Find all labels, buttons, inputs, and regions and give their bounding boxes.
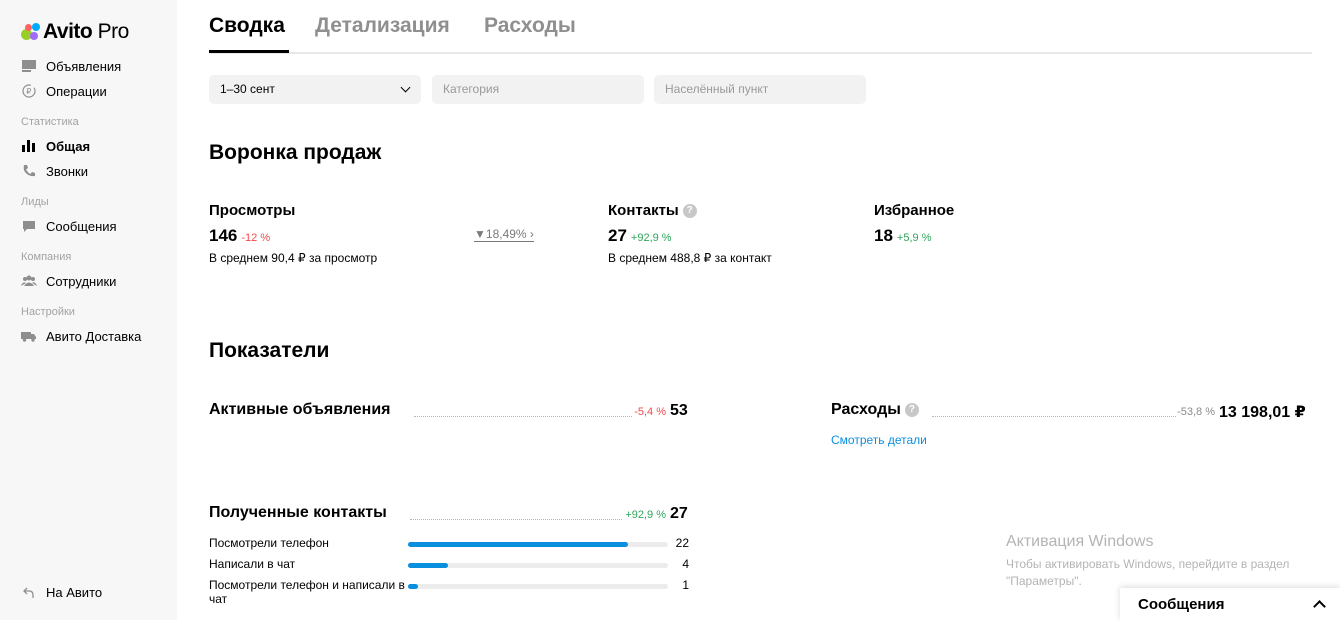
chat-icon	[21, 218, 37, 234]
category-placeholder: Категория	[443, 82, 500, 96]
funnel-filter-icon: ▼	[474, 227, 486, 241]
help-icon[interactable]: ?	[904, 402, 919, 417]
view-details-link[interactable]: Смотреть детали	[831, 433, 927, 447]
views-title: Просмотры	[209, 202, 296, 219]
dotted-leader	[932, 416, 1176, 417]
contacts-title: Контакты	[608, 202, 679, 219]
dotted-leader	[410, 519, 622, 520]
sidebar-section-company: Компания	[21, 251, 72, 263]
sidebar-item-employees[interactable]: Сотрудники	[21, 273, 116, 289]
favorites-value: 18	[874, 226, 893, 245]
active-tab-underline	[209, 50, 289, 53]
sidebar-item-messages[interactable]: Сообщения	[21, 218, 117, 234]
sidebar-item-label: Сотрудники	[46, 273, 117, 289]
expenses-title-row: Расходы?	[831, 401, 919, 419]
chevron-right-icon: ›	[526, 227, 534, 241]
views-sub: В среднем 90,4 ₽ за просмотр	[209, 251, 378, 265]
bar-value-phone: 22	[675, 536, 689, 550]
sidebar-item-label: Сообщения	[46, 218, 117, 234]
favorites-value-row: 18 +5,9 %	[874, 226, 931, 246]
operations-icon: ₽	[21, 83, 37, 99]
truck-icon	[21, 328, 37, 344]
tabs-bar: Сводка Детализация Расходы	[209, 0, 1312, 54]
sidebar-item-calls[interactable]: Звонки	[21, 163, 88, 179]
tab-expenses[interactable]: Расходы	[484, 14, 576, 38]
arrow-back-icon	[21, 584, 37, 600]
messages-panel[interactable]: Сообщения	[1120, 588, 1340, 620]
active-ads-title: Активные объявления	[209, 401, 391, 418]
conversion-link[interactable]: ▼18,49% ›	[474, 227, 534, 242]
views-value-row: 146 -12 %	[209, 226, 270, 246]
listings-icon	[21, 58, 37, 74]
sidebar-section-statistics: Статистика	[21, 116, 79, 128]
sidebar: Avito Pro Объявления ₽ Операции Статисти…	[0, 0, 177, 620]
chevron-up-icon[interactable]	[1313, 600, 1326, 613]
views-value: 146	[209, 226, 238, 245]
received-contacts-delta: +92,9 %	[625, 509, 666, 521]
messages-panel-label: Сообщения	[1138, 596, 1225, 613]
bar-value-phone-and-chat: 1	[682, 578, 689, 592]
expenses-delta: -53,8 %	[1177, 406, 1215, 418]
bar-fill-phone-and-chat	[408, 584, 418, 589]
sidebar-item-label: Авито Доставка	[46, 328, 142, 344]
expenses-value: 13 198,01 ₽	[1219, 404, 1306, 421]
windows-activation-text: Чтобы активировать Windows, перейдите в …	[1006, 557, 1290, 588]
chevron-down-icon	[400, 82, 411, 93]
received-contacts-title: Полученные контакты	[209, 504, 387, 521]
city-placeholder: Населённый пункт	[665, 82, 769, 96]
logo-text: Avito Pro	[43, 20, 129, 43]
avito-logo-dots-icon	[21, 22, 41, 42]
contacts-delta: +92,9 %	[630, 232, 672, 244]
active-ads-value: 53	[670, 402, 688, 419]
avito-pro-logo[interactable]: Avito Pro	[21, 20, 129, 44]
windows-activation-title: Активация Windows	[1006, 533, 1154, 550]
views-delta: -12 %	[241, 232, 271, 244]
sidebar-item-label: Объявления	[46, 58, 122, 74]
favorites-delta: +5,9 %	[896, 232, 932, 244]
active-ads-delta: -5,4 %	[634, 406, 666, 418]
contacts-value-row: 27 +92,9 %	[608, 226, 672, 246]
users-icon	[21, 273, 37, 289]
contacts-title-row: Контакты?	[608, 202, 697, 219]
bar-track-chat	[408, 563, 668, 568]
help-icon[interactable]: ?	[682, 204, 697, 219]
date-range-select[interactable]: 1–30 сент	[209, 75, 421, 104]
expenses-title: Расходы	[831, 401, 901, 418]
contacts-value: 27	[608, 226, 627, 245]
bar-label-phone-and-chat: Посмотрели телефон и написали в чат	[209, 578, 405, 606]
received-contacts-value: 27	[670, 505, 688, 522]
sidebar-item-delivery[interactable]: Авито Доставка	[21, 328, 141, 344]
date-range-value: 1–30 сент	[220, 82, 275, 96]
back-label: На Авито	[46, 584, 103, 600]
sidebar-item-listings[interactable]: Объявления	[21, 58, 121, 74]
sidebar-item-label: Звонки	[46, 163, 88, 179]
favorites-title: Избранное	[874, 202, 955, 219]
bar-fill-phone	[408, 542, 628, 547]
bar-value-chat: 4	[682, 557, 689, 571]
sidebar-item-operations[interactable]: ₽ Операции	[21, 83, 107, 99]
sidebar-item-label: Общая	[46, 138, 91, 154]
sidebar-section-settings: Настройки	[21, 306, 75, 318]
contacts-sub: В среднем 488,8 ₽ за контакт	[608, 251, 772, 265]
bar-label-chat: Написали в чат	[209, 557, 296, 571]
sidebar-section-leads: Лиды	[21, 196, 49, 208]
indicators-heading: Показатели	[209, 339, 330, 362]
phone-icon	[21, 163, 37, 179]
sidebar-item-general[interactable]: Общая	[21, 138, 90, 154]
tab-details[interactable]: Детализация	[315, 14, 450, 38]
bar-chart-icon	[21, 138, 37, 154]
conversion-value: 18,49%	[485, 227, 527, 241]
tab-summary[interactable]: Сводка	[209, 14, 285, 38]
bar-track-phone	[408, 542, 668, 547]
bar-fill-chat	[408, 563, 448, 568]
category-filter[interactable]: Категория	[432, 75, 644, 104]
funnel-heading: Воронка продаж	[209, 141, 382, 164]
svg-text:₽: ₽	[26, 87, 31, 96]
back-to-avito-link[interactable]: На Авито	[21, 584, 102, 600]
bar-label-phone: Посмотрели телефон	[209, 536, 329, 550]
city-filter[interactable]: Населённый пункт	[654, 75, 866, 104]
sidebar-item-label: Операции	[46, 83, 107, 99]
bar-track-phone-and-chat	[408, 584, 668, 589]
